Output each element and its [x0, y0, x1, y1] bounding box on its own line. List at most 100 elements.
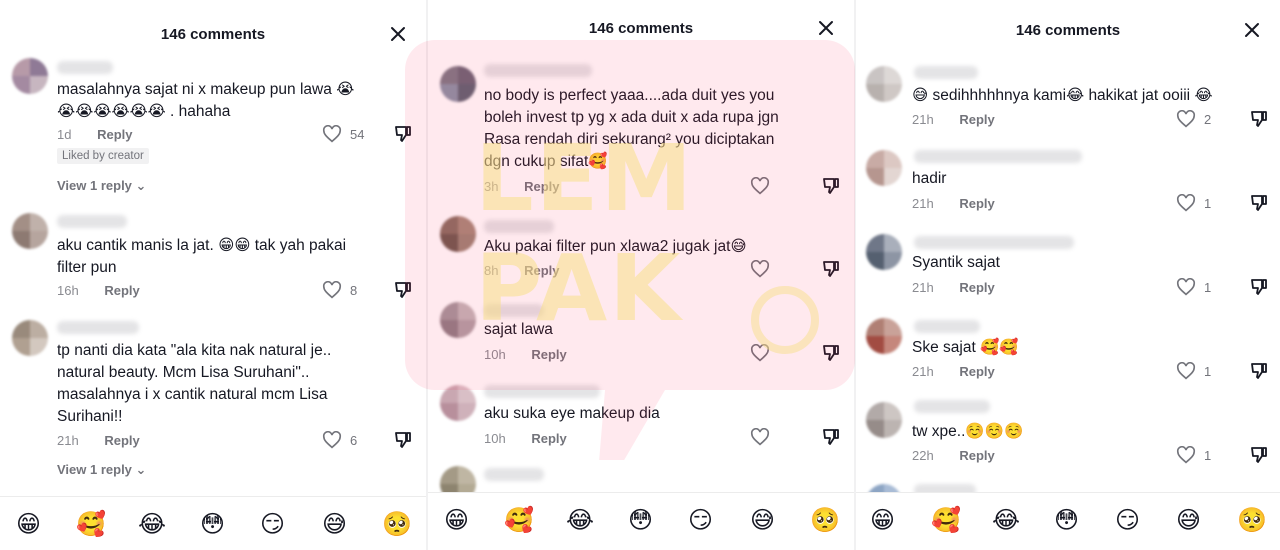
emoji-sweat-smile[interactable]: 😅 [322, 509, 347, 539]
like-button[interactable]: 1 [1176, 362, 1211, 380]
view-replies-link[interactable]: View 1 reply ⌄ [57, 178, 146, 194]
username-blurred[interactable] [914, 320, 980, 333]
dislike-button[interactable] [1250, 278, 1268, 301]
chevron-down-icon: ⌄ [135, 178, 147, 193]
reply-button[interactable]: Reply [959, 196, 994, 211]
comments-panel-3: 146 comments 😅 sedihhhhhnya kami😂 hakika… [854, 0, 1280, 550]
avatar[interactable] [866, 234, 902, 270]
reply-button[interactable]: Reply [959, 280, 994, 295]
avatar[interactable] [866, 66, 902, 102]
thumbs-down-icon [1251, 447, 1267, 463]
emoji-tears-of-joy[interactable]: 😂 [992, 505, 1020, 535]
dislike-button[interactable] [1250, 446, 1268, 469]
like-button[interactable]: 1 [1176, 194, 1211, 212]
like-button[interactable]: 54 [322, 125, 364, 143]
emoji-flushed[interactable]: 😳 [1054, 505, 1079, 535]
dislike-button[interactable] [822, 344, 840, 367]
dislike-button[interactable] [394, 125, 412, 148]
like-button[interactable] [750, 260, 778, 278]
view-replies-link[interactable]: View 1 reply ⌄ [57, 462, 146, 478]
like-button[interactable] [750, 428, 778, 446]
close-button[interactable] [388, 26, 408, 46]
dislike-button[interactable] [1250, 110, 1268, 133]
reply-button[interactable]: Reply [531, 347, 566, 362]
reply-button[interactable]: Reply [959, 448, 994, 463]
dislike-button[interactable] [822, 260, 840, 283]
emoji-sweat-smile[interactable]: 😅 [1176, 505, 1201, 535]
avatar[interactable] [440, 302, 476, 338]
comments-count-title: 146 comments [160, 26, 266, 43]
username-blurred[interactable] [484, 468, 544, 481]
comment-meta: 8h Reply [484, 263, 560, 278]
username-blurred[interactable] [484, 220, 554, 233]
username-blurred[interactable] [484, 64, 592, 77]
avatar[interactable] [12, 213, 48, 249]
avatar[interactable] [440, 66, 476, 102]
emoji-smiling-hearts[interactable]: 🥰 [76, 509, 106, 539]
reply-button[interactable]: Reply [524, 263, 559, 278]
username-blurred[interactable] [914, 236, 1074, 249]
like-button[interactable]: 6 [322, 431, 357, 449]
dislike-button[interactable] [822, 428, 840, 451]
comment-text: sajat lawa [484, 321, 553, 338]
username-blurred[interactable] [484, 385, 600, 398]
username-blurred[interactable] [57, 215, 127, 228]
dislike-button[interactable] [1250, 362, 1268, 385]
reply-button[interactable]: Reply [104, 433, 139, 448]
reply-button[interactable]: Reply [524, 179, 559, 194]
emoji-flushed[interactable]: 😳 [200, 509, 225, 539]
avatar[interactable] [12, 58, 48, 94]
emoji-pleading[interactable]: 🥺 [1237, 505, 1267, 535]
emoji-smirk[interactable]: 😏 [1115, 505, 1140, 535]
like-button[interactable] [750, 344, 778, 362]
username-blurred[interactable] [57, 61, 113, 74]
emoji-quick-bar: 😁 🥰 😂 😳 😏 😅 🥺 [0, 496, 426, 550]
emoji-grin[interactable]: 😁 [16, 509, 41, 539]
reply-button[interactable]: Reply [959, 364, 994, 379]
comment-meta: 10h Reply [484, 431, 567, 446]
reply-button[interactable]: Reply [531, 431, 566, 446]
reply-button[interactable]: Reply [959, 112, 994, 127]
comment-meta: 21h Reply [912, 112, 995, 127]
username-blurred[interactable] [914, 150, 1082, 163]
reply-button[interactable]: Reply [97, 127, 132, 142]
like-button[interactable]: 8 [322, 281, 357, 299]
emoji-smiling-hearts[interactable]: 🥰 [931, 505, 961, 535]
emoji-smirk[interactable]: 😏 [260, 509, 285, 539]
avatar[interactable] [866, 402, 902, 438]
dislike-button[interactable] [394, 431, 412, 454]
emoji-smirk[interactable]: 😏 [688, 505, 713, 535]
comment-meta: 21h Reply [912, 196, 995, 211]
emoji-grin[interactable]: 😁 [870, 505, 895, 535]
emoji-smiling-hearts[interactable]: 🥰 [504, 505, 534, 535]
emoji-grin[interactable]: 😁 [444, 505, 469, 535]
dislike-button[interactable] [1250, 194, 1268, 217]
heart-outline-icon [1176, 446, 1196, 464]
username-blurred[interactable] [914, 400, 990, 413]
comment-time: 21h [57, 433, 79, 448]
avatar[interactable] [866, 318, 902, 354]
close-button[interactable] [816, 20, 836, 40]
like-button[interactable]: 2 [1176, 110, 1211, 128]
avatar[interactable] [440, 385, 476, 421]
emoji-sweat-smile[interactable]: 😅 [750, 505, 775, 535]
username-blurred[interactable] [914, 66, 978, 79]
reply-button[interactable]: Reply [104, 283, 139, 298]
avatar[interactable] [12, 320, 48, 356]
emoji-tears-of-joy[interactable]: 😂 [566, 505, 594, 535]
emoji-pleading[interactable]: 🥺 [382, 509, 412, 539]
like-button[interactable]: 1 [1176, 446, 1211, 464]
avatar[interactable] [866, 150, 902, 186]
dislike-button[interactable] [394, 281, 412, 304]
username-blurred[interactable] [484, 304, 544, 317]
emoji-pleading[interactable]: 🥺 [810, 505, 840, 535]
close-button[interactable] [1242, 22, 1262, 42]
emoji-tears-of-joy[interactable]: 😂 [138, 509, 166, 539]
dislike-button[interactable] [822, 177, 840, 200]
like-button[interactable] [750, 177, 778, 195]
like-button[interactable]: 1 [1176, 278, 1211, 296]
avatar[interactable] [440, 216, 476, 252]
username-blurred[interactable] [57, 321, 139, 334]
like-count: 2 [1204, 111, 1212, 127]
emoji-flushed[interactable]: 😳 [628, 505, 653, 535]
